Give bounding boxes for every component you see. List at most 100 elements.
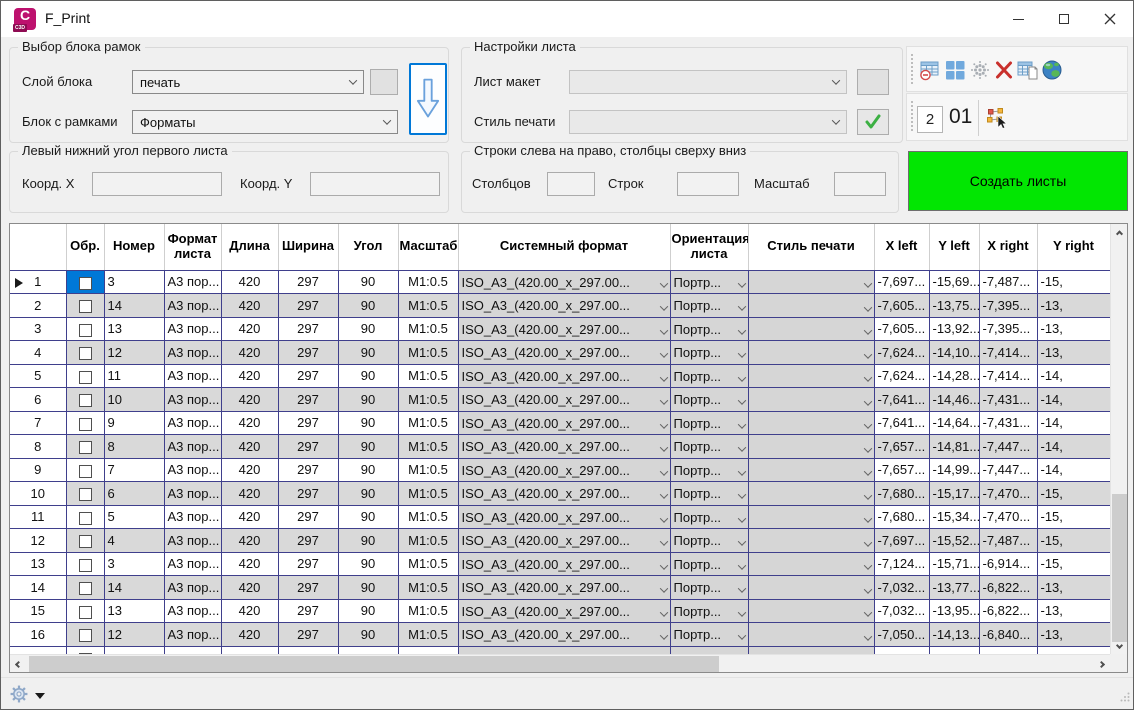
cell-xleft[interactable]: -7,641...	[874, 411, 929, 435]
cell-shirina[interactable]: 297	[278, 458, 338, 482]
cell-xleft[interactable]: -7,624...	[874, 341, 929, 365]
cell-yright[interactable]: -15,	[1037, 482, 1110, 506]
cell-shirina[interactable]	[278, 646, 338, 654]
horizontal-scroll-thumb[interactable]	[29, 656, 719, 673]
toolbar-grip[interactable]	[911, 54, 914, 84]
cell-yright[interactable]: -14,	[1037, 458, 1110, 482]
cell-yright[interactable]: -13,	[1037, 576, 1110, 600]
cell-sysformat-combo[interactable]: ISO_A3_(420.00_x_297.00...	[458, 411, 670, 435]
row-header[interactable]: 3	[10, 317, 66, 341]
cell-xleft[interactable]: -7,032...	[874, 599, 929, 623]
cell-xleft[interactable]: -7,605...	[874, 317, 929, 341]
cell-orientation-combo[interactable]: Портр...	[670, 388, 748, 412]
cell-shirina[interactable]: 297	[278, 576, 338, 600]
cell-plotstyle-combo[interactable]	[748, 364, 874, 388]
cell-yleft[interactable]: -14,46...	[929, 388, 979, 412]
cell-xleft[interactable]: -7,657...	[874, 458, 929, 482]
cell-ugol[interactable]: 90	[338, 599, 398, 623]
coord-x-input[interactable]	[92, 172, 222, 196]
column-header[interactable]: X left	[874, 224, 929, 270]
cell-plotstyle-combo[interactable]	[748, 317, 874, 341]
cell-masshtab[interactable]: M1:0.5	[398, 505, 458, 529]
close-button[interactable]	[1087, 1, 1133, 37]
scroll-down-button[interactable]	[1111, 637, 1128, 654]
cell-ugol[interactable]: 90	[338, 482, 398, 506]
cell-yleft[interactable]: -14,28...	[929, 364, 979, 388]
cell-masshtab[interactable]: M1:0.5	[398, 458, 458, 482]
cell-xleft[interactable]: -7,605...	[874, 294, 929, 318]
cell-plotstyle-combo[interactable]	[748, 482, 874, 506]
cell-nomer[interactable]	[104, 646, 164, 654]
cell-yright[interactable]: -13,	[1037, 341, 1110, 365]
cell-yright[interactable]: -15,	[1037, 529, 1110, 553]
cell-sysformat-combo[interactable]	[458, 646, 670, 654]
cell-ugol[interactable]: 90	[338, 294, 398, 318]
cell-plotstyle-combo[interactable]	[748, 505, 874, 529]
cell-plotstyle-combo[interactable]	[748, 411, 874, 435]
cell-yleft[interactable]: -15,69...	[929, 270, 979, 294]
cell-ugol[interactable]	[338, 646, 398, 654]
cell-orientation-combo[interactable]: Портр...	[670, 341, 748, 365]
row-checkbox[interactable]	[79, 559, 92, 572]
cell-sysformat-combo[interactable]: ISO_A3_(420.00_x_297.00...	[458, 435, 670, 459]
select-checkbox-cell[interactable]	[66, 482, 104, 506]
cell-masshtab[interactable]: M1:0.5	[398, 388, 458, 412]
cell-nomer[interactable]: 12	[104, 623, 164, 647]
layer-aux-button[interactable]	[370, 69, 398, 95]
globe-icon[interactable]	[1041, 59, 1063, 81]
cell-shirina[interactable]: 297	[278, 435, 338, 459]
cell-nomer[interactable]: 3	[104, 552, 164, 576]
cell-nomer[interactable]: 4	[104, 529, 164, 553]
row-header[interactable]: 9	[10, 458, 66, 482]
cell-dlina[interactable]: 420	[221, 294, 278, 318]
layout-aux-button[interactable]	[857, 69, 889, 95]
cell-dlina[interactable]: 420	[221, 364, 278, 388]
cell-dlina[interactable]: 420	[221, 388, 278, 412]
cell-masshtab[interactable]: M1:0.5	[398, 341, 458, 365]
cell-masshtab[interactable]: M1:0.5	[398, 317, 458, 341]
cell-yright[interactable]: -13,	[1037, 317, 1110, 341]
cell-orientation-combo[interactable]: Портр...	[670, 435, 748, 459]
cell-xright[interactable]: -7,431...	[979, 388, 1037, 412]
cell-sysformat-combo[interactable]: ISO_A3_(420.00_x_297.00...	[458, 341, 670, 365]
cell-xright[interactable]: -7,470...	[979, 482, 1037, 506]
cell-nomer[interactable]: 11	[104, 364, 164, 388]
cell-orientation-combo[interactable]: Портр...	[670, 270, 748, 294]
counter-input[interactable]: 2	[917, 106, 943, 133]
cell-yleft[interactable]: -13,75...	[929, 294, 979, 318]
cell-dlina[interactable]: 420	[221, 435, 278, 459]
toolbar-grip[interactable]	[911, 101, 914, 133]
plot-style-combobox[interactable]	[569, 110, 847, 134]
cell-nomer[interactable]: 14	[104, 294, 164, 318]
create-sheets-button[interactable]: Создать листы	[908, 151, 1128, 211]
maximize-button[interactable]	[1041, 1, 1087, 37]
cell-yleft[interactable]: -14,99...	[929, 458, 979, 482]
cell-xleft[interactable]: -7,624...	[874, 364, 929, 388]
select-checkbox-cell[interactable]	[66, 294, 104, 318]
cell-shirina[interactable]: 297	[278, 388, 338, 412]
cell-shirina[interactable]: 297	[278, 270, 338, 294]
cell-masshtab[interactable]: M1:0.5	[398, 411, 458, 435]
horizontal-scrollbar[interactable]	[10, 654, 1110, 673]
minimize-button[interactable]	[995, 1, 1041, 37]
row-checkbox[interactable]	[79, 371, 92, 384]
cell-format[interactable]: А3 пор...	[164, 294, 221, 318]
cell-plotstyle-combo[interactable]	[748, 646, 874, 654]
cell-nomer[interactable]: 13	[104, 599, 164, 623]
cell-xleft[interactable]: -7,697...	[874, 529, 929, 553]
row-checkbox[interactable]	[79, 465, 92, 478]
row-header[interactable]: 6	[10, 388, 66, 412]
cell-masshtab[interactable]: M1:0.5	[398, 623, 458, 647]
cell-yleft[interactable]: -15,71...	[929, 552, 979, 576]
select-checkbox-cell[interactable]	[66, 576, 104, 600]
cell-nomer[interactable]: 3	[104, 270, 164, 294]
cell-xleft[interactable]: -7,680...	[874, 482, 929, 506]
row-checkbox[interactable]	[79, 629, 92, 642]
cell-shirina[interactable]: 297	[278, 599, 338, 623]
cell-xleft[interactable]	[874, 646, 929, 654]
select-checkbox-cell[interactable]	[66, 435, 104, 459]
cell-orientation-combo[interactable]: Портр...	[670, 364, 748, 388]
cell-dlina[interactable]	[221, 646, 278, 654]
row-header[interactable]: 2	[10, 294, 66, 318]
cell-orientation-combo[interactable]: Портр...	[670, 529, 748, 553]
